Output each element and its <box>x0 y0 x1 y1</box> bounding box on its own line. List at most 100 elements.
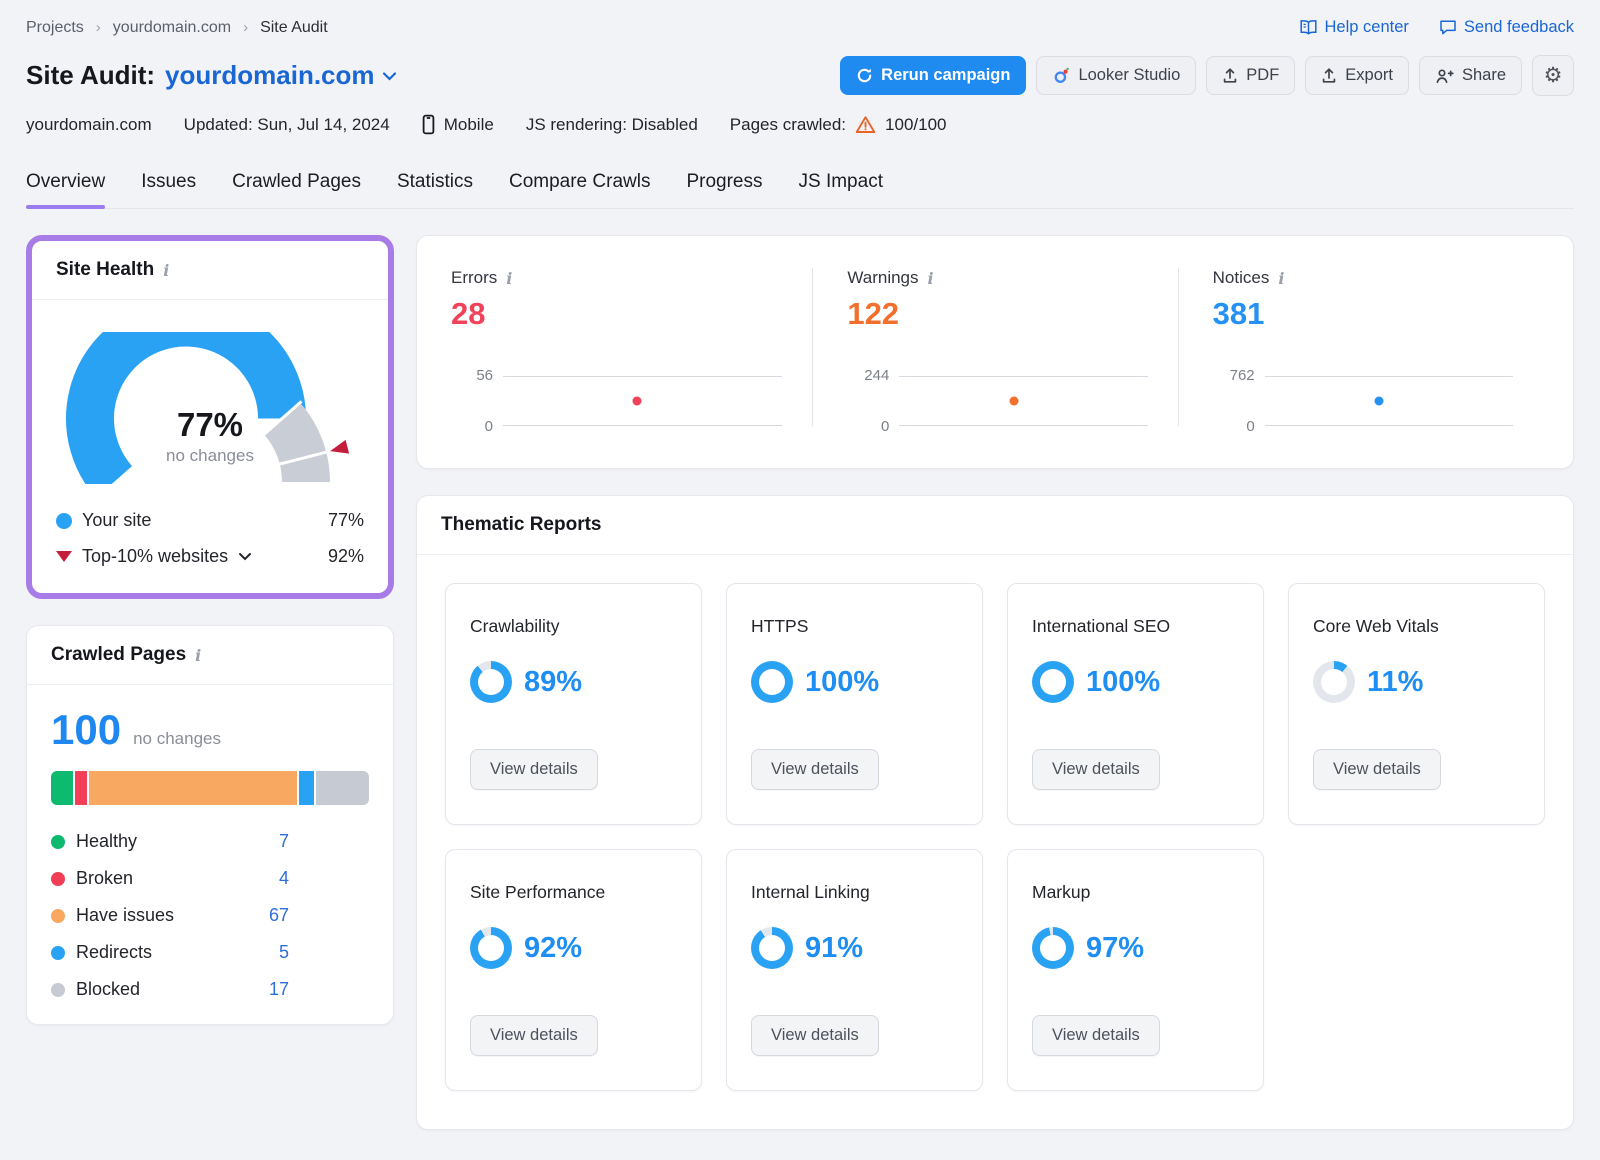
internal-linking-view-details-button[interactable]: View details <box>751 1015 879 1056</box>
thematic-card-https: HTTPS 100% View details <box>726 583 983 825</box>
thematic-card-core-web-vitals: Core Web Vitals 11% View details <box>1288 583 1545 825</box>
help-center-link[interactable]: Help center <box>1299 18 1409 37</box>
breadcrumb-domain[interactable]: yourdomain.com <box>113 19 231 37</box>
notices-stat[interactable]: Notices i 381 762 0 <box>1178 268 1543 426</box>
tab-statistics[interactable]: Statistics <box>397 167 473 208</box>
markup-view-details-button[interactable]: View details <box>1032 1015 1160 1056</box>
legend-row-broken: Broken 4 <box>51 868 289 889</box>
help-center-label: Help center <box>1325 18 1409 37</box>
markup-percent: 97% <box>1086 932 1144 965</box>
tab-js-impact[interactable]: JS Impact <box>799 167 883 208</box>
internal-linking-percent: 91% <box>805 932 863 965</box>
https-donut <box>751 661 793 703</box>
broken-count-link[interactable]: 4 <box>279 868 289 889</box>
rerun-campaign-button[interactable]: Rerun campaign <box>840 56 1026 95</box>
warning-triangle-icon <box>855 115 876 134</box>
warnings-label: Warnings <box>847 268 918 288</box>
right-column: Errors i 28 56 0 Warnings <box>416 235 1574 1130</box>
redirects-label: Redirects <box>76 942 152 963</box>
issues-summary-card: Errors i 28 56 0 Warnings <box>416 235 1574 469</box>
page-title-label: Site Audit: <box>26 60 155 91</box>
pages-crawled-label: Pages crawled: <box>730 115 846 135</box>
thematic-reports-grid: Crawlability 89% View details HTTPS 100% <box>417 555 1573 1129</box>
overview-content: Site Health i 77% no changes Y <box>26 235 1574 1160</box>
breadcrumb-projects[interactable]: Projects <box>26 19 84 37</box>
orange-dot-icon <box>51 909 65 923</box>
international-seo-view-details-button[interactable]: View details <box>1032 749 1160 790</box>
crawled-pages-header: Crawled Pages i <box>27 626 393 685</box>
crawlability-percent: 89% <box>524 666 582 699</box>
crawled-pages-total-row: 100 no changes <box>51 709 369 751</box>
warnings-stat[interactable]: Warnings i 122 244 0 <box>812 268 1177 426</box>
crawlability-donut <box>470 661 512 703</box>
healthy-count-link[interactable]: 7 <box>279 831 289 852</box>
top10-label: Top-10% websites <box>82 546 228 567</box>
thematic-card-international-seo: International SEO 100% View details <box>1007 583 1264 825</box>
blocked-label: Blocked <box>76 979 140 1000</box>
pdf-label: PDF <box>1246 66 1279 85</box>
blue-dot-icon <box>56 513 72 529</box>
tab-progress[interactable]: Progress <box>686 167 762 208</box>
core-web-vitals-view-details-button[interactable]: View details <box>1313 749 1441 790</box>
thematic-card-crawlability: Crawlability 89% View details <box>445 583 702 825</box>
pdf-button[interactable]: PDF <box>1206 56 1295 95</box>
tab-crawled-pages[interactable]: Crawled Pages <box>232 167 361 208</box>
notices-label: Notices <box>1213 268 1270 288</box>
gauge-center-label: 77% no changes <box>60 406 360 466</box>
site-performance-view-details-button[interactable]: View details <box>470 1015 598 1056</box>
bar-segment-broken <box>75 771 87 805</box>
redirects-count-link[interactable]: 5 <box>279 942 289 963</box>
chevron-down-icon[interactable] <box>238 552 252 561</box>
https-view-details-button[interactable]: View details <box>751 749 879 790</box>
axis-max-label: 244 <box>847 367 889 384</box>
core-web-vitals-donut <box>1313 661 1355 703</box>
internal-linking-title: Internal Linking <box>751 882 958 903</box>
left-column: Site Health i 77% no changes Y <box>26 235 394 1025</box>
pages-crawled-value: 100/100 <box>885 115 946 135</box>
info-icon[interactable]: i <box>506 269 512 288</box>
crawled-pages-legend: Healthy 7 Broken 4 Have issues 67 <box>51 831 289 1000</box>
axis-min-label: 0 <box>1213 418 1255 435</box>
have-issues-count-link[interactable]: 67 <box>269 905 289 926</box>
settings-button[interactable]: ⚙ <box>1532 55 1574 96</box>
site-health-body: 77% no changes Your site 77% Top-10% web <box>32 300 388 593</box>
gray-dot-icon <box>51 983 65 997</box>
info-icon[interactable]: i <box>195 646 201 665</box>
crawled-pages-body: 100 no changes Healthy 7 Broken <box>27 685 393 1024</box>
person-plus-icon <box>1435 68 1454 84</box>
crawlability-view-details-button[interactable]: View details <box>470 749 598 790</box>
send-feedback-link[interactable]: Send feedback <box>1439 18 1574 37</box>
top10-value: 92% <box>328 546 364 567</box>
blocked-count-link[interactable]: 17 <box>269 979 289 1000</box>
site-health-card-highlight: Site Health i 77% no changes Y <box>26 235 394 599</box>
upload-icon <box>1321 67 1337 84</box>
tab-overview[interactable]: Overview <box>26 167 105 208</box>
info-icon[interactable]: i <box>928 269 934 288</box>
thematic-reports-card: Thematic Reports Crawlability 89% View d… <box>416 495 1574 1130</box>
red-triangle-down-icon <box>56 551 72 562</box>
page-title: Site Audit: yourdomain.com <box>26 60 397 91</box>
export-button[interactable]: Export <box>1305 56 1409 95</box>
markup-donut <box>1032 927 1074 969</box>
tab-compare-crawls[interactable]: Compare Crawls <box>509 167 650 208</box>
your-site-label: Your site <box>82 510 151 531</box>
international-seo-donut <box>1032 661 1074 703</box>
have-issues-label: Have issues <box>76 905 174 926</box>
site-health-legend: Your site 77% Top-10% websites 92% <box>56 510 364 567</box>
axis-max-label: 56 <box>451 367 493 384</box>
looker-studio-button[interactable]: Looker Studio <box>1036 56 1196 95</box>
domain-selector[interactable]: yourdomain.com <box>165 60 396 91</box>
share-button[interactable]: Share <box>1419 56 1522 95</box>
chat-bubble-icon <box>1439 19 1457 36</box>
core-web-vitals-title: Core Web Vitals <box>1313 616 1520 637</box>
crawled-pages-title: Crawled Pages <box>51 644 186 666</box>
errors-stat[interactable]: Errors i 28 56 0 <box>447 268 812 426</box>
crawled-pages-card: Crawled Pages i 100 no changes Healthy 7 <box>26 625 394 1025</box>
tab-issues[interactable]: Issues <box>141 167 196 208</box>
meta-pages-crawled: Pages crawled: 100/100 <box>730 115 947 135</box>
gauge-value: 77% <box>60 406 360 444</box>
info-icon[interactable]: i <box>163 261 169 280</box>
legend-row-redirects: Redirects 5 <box>51 942 289 963</box>
broken-label: Broken <box>76 868 133 889</box>
info-icon[interactable]: i <box>1278 269 1284 288</box>
